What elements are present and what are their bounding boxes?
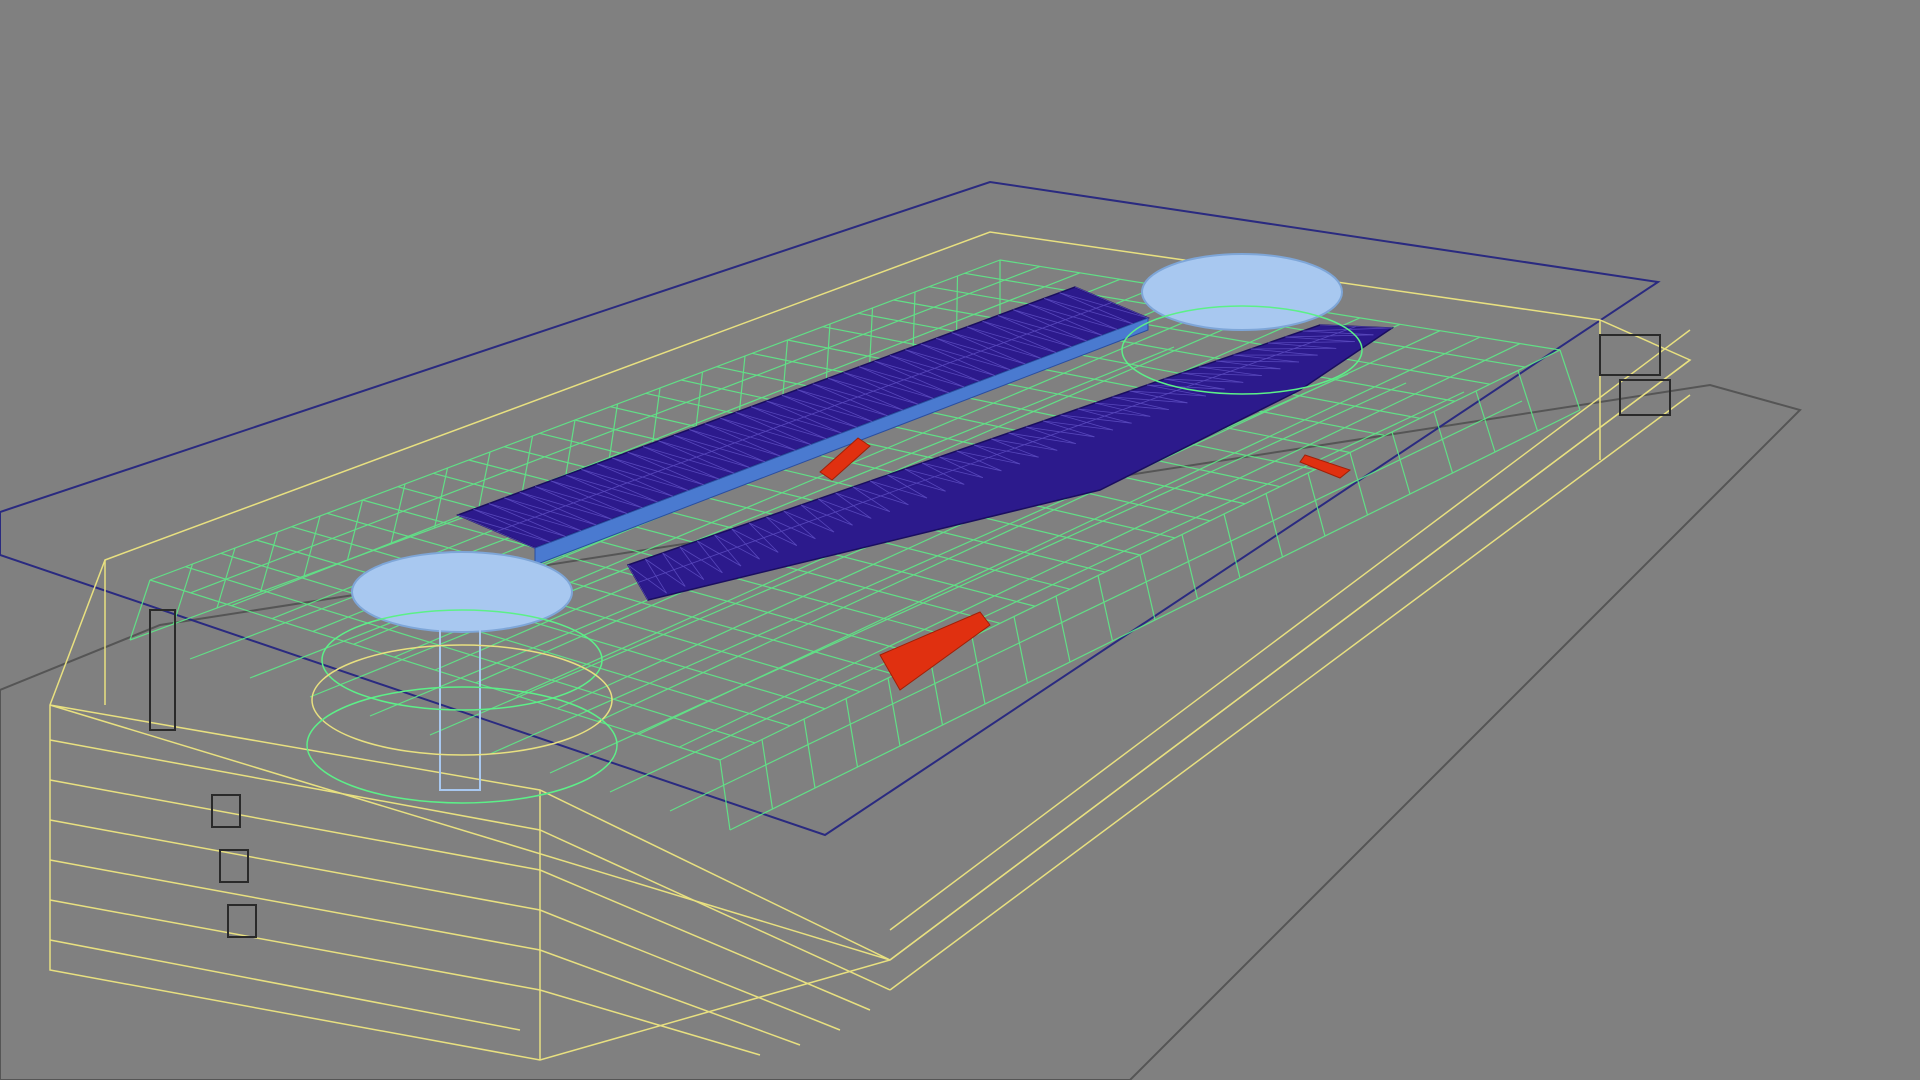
wireframe-scene (0, 180, 1802, 1080)
3d-viewport[interactable] (0, 0, 1920, 1080)
